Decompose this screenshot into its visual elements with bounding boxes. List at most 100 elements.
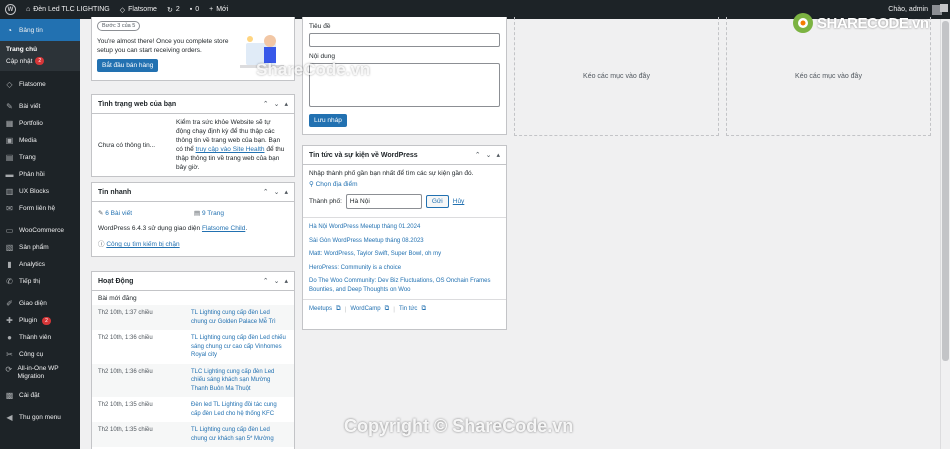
dropzone-right[interactable]: Kéo các mục vào đây bbox=[726, 17, 931, 136]
toggle-panel-icon[interactable]: ▴ bbox=[284, 277, 288, 285]
sharecode-logo: SHARECODE.vn bbox=[792, 12, 929, 34]
sidebar-item-ph-n-h-i[interactable]: ▬ Phản hồi bbox=[0, 166, 80, 183]
move-down-icon[interactable]: ⌄ bbox=[274, 188, 280, 196]
sidebar-item-thu-g-n-menu[interactable]: ◀ Thu gọn menu bbox=[0, 409, 80, 426]
activity-post-link[interactable]: TL Lighting cung cấp đèn Led chung cư Go… bbox=[191, 309, 286, 326]
analytics-icon: ▮ bbox=[7, 260, 12, 269]
sidebar-item-flatsome[interactable]: ◇ Flatsome bbox=[0, 76, 80, 93]
sidebar-item-all-in-one-wp-migration[interactable]: ⟳ All-in-One WP Migration bbox=[0, 363, 80, 387]
activity-row: Th2 10th, 1:37 chiều TL Lighting cung cấp… bbox=[92, 305, 294, 330]
sidebar-item-ux-blocks[interactable]: ▥ UX Blocks bbox=[0, 183, 80, 200]
site-health-link[interactable]: truy cập vào Site Health bbox=[196, 146, 265, 153]
news-item-link[interactable]: Do The Woo Community: Dev Biz Fluctuatio… bbox=[309, 277, 500, 294]
collapse-icon: ◀ bbox=[6, 413, 13, 422]
city-input[interactable]: Hà Nội bbox=[345, 194, 422, 209]
page-scrollbar[interactable] bbox=[940, 19, 950, 449]
sidebar-item-plugin[interactable]: ✚ Plugin 2 bbox=[0, 312, 80, 329]
dashboard-submenu: Trang chủ Cập nhật 2 bbox=[0, 41, 80, 71]
sidebar-item-b-i-vi-t[interactable]: ✎ Bài viết bbox=[0, 98, 80, 115]
at-a-glance-header: Tin nhanh ⌃ ⌄ ▴ bbox=[92, 183, 294, 202]
submenu-updates[interactable]: Cập nhật 2 bbox=[0, 55, 80, 67]
activity-post-link[interactable]: TLC Lighting cung cấp đèn Led chiếu sáng… bbox=[191, 368, 286, 394]
site-health-description: Kiểm tra sức khỏe Website sẽ tự động chạ… bbox=[176, 119, 285, 171]
submenu-home[interactable]: Trang chủ bbox=[0, 44, 80, 55]
activity-row: Th2 10th, 1:36 chiều TLC Lighting cung cấ… bbox=[92, 363, 294, 397]
external-link-icon: ⧉ bbox=[421, 305, 427, 312]
glance-posts[interactable]: ✎ 6 Bài viết bbox=[98, 209, 194, 217]
footer-link-meetups[interactable]: Meetups bbox=[309, 306, 332, 312]
footer-link-wordcamp[interactable]: WordCamp bbox=[350, 306, 380, 312]
move-up-icon[interactable]: ⌃ bbox=[475, 151, 481, 159]
search-engine-notice: ⓘ Công cụ tìm kiếm bị chặn bbox=[98, 241, 180, 248]
draft-title-input[interactable] bbox=[309, 33, 500, 47]
toggle-panel-icon[interactable]: ▴ bbox=[496, 151, 500, 159]
sidebar-item-form-li-n-h-[interactable]: ✉ Form liên hệ bbox=[0, 200, 80, 217]
move-down-icon[interactable]: ⌄ bbox=[486, 151, 492, 159]
sidebar-item-media[interactable]: ▣ Media bbox=[0, 132, 80, 149]
center-watermark: ShareCode.vn bbox=[256, 60, 371, 79]
external-link-icon: ⧉ bbox=[384, 305, 390, 312]
start-selling-button[interactable]: Bắt đầu bán hàng bbox=[97, 59, 159, 72]
activity-date: Th2 10th, 1:36 chiều bbox=[98, 335, 153, 341]
home-icon: ⌂ bbox=[26, 6, 31, 13]
submit-city-button[interactable]: Gửi bbox=[425, 195, 449, 208]
plugin-update-badge: 2 bbox=[42, 316, 51, 325]
pin-icon: ✎ bbox=[6, 102, 13, 111]
toggle-panel-icon[interactable]: ▴ bbox=[284, 188, 288, 196]
activity-post-link[interactable]: Đèn led TL Lighting đồi tác cung cấp đèn… bbox=[191, 401, 286, 418]
sidebar-item-c-ng-c-[interactable]: ✂ Công cụ bbox=[0, 346, 80, 363]
info-icon: ⓘ bbox=[98, 241, 105, 248]
comment-icon: ▪ bbox=[189, 6, 193, 13]
footer-separator: | bbox=[344, 305, 347, 313]
activity-row: Th2 10th, 1:35 chiều Đèn led TL Lighting … bbox=[92, 397, 294, 422]
sidebar-item-trang[interactable]: ▤ Trang bbox=[0, 149, 80, 166]
sidebar-item-giao-di-n[interactable]: ✐ Giao diện bbox=[0, 295, 80, 312]
news-item-link[interactable]: Hà Nội WordPress Meetup tháng 01.2024 bbox=[309, 223, 500, 232]
activity-widget: Hoạt Động ⌃ ⌄ ▴ Bài mới đăng Th2 10th, 1:3… bbox=[91, 271, 295, 449]
screen-options-icon[interactable] bbox=[940, 4, 948, 12]
sidebar-item-woocommerce[interactable]: ▭ WooCommerce bbox=[0, 222, 80, 239]
move-up-icon[interactable]: ⌃ bbox=[263, 100, 269, 108]
updates-icon: ↻ bbox=[166, 6, 173, 14]
tools-icon: ✂ bbox=[6, 350, 13, 359]
glance-pages[interactable]: ▤ 9 Trang bbox=[194, 209, 224, 217]
sidebar-item-analytics[interactable]: ▮ Analytics bbox=[0, 256, 80, 273]
glance-version: WordPress 6.4.3 sử dụng giao diện Flatso… bbox=[98, 225, 248, 232]
move-down-icon[interactable]: ⌄ bbox=[274, 277, 280, 285]
plugin-icon: ✚ bbox=[6, 316, 13, 325]
activity-list: Th2 10th, 1:37 chiều TL Lighting cung cấp… bbox=[92, 305, 294, 447]
move-down-icon[interactable]: ⌄ bbox=[274, 100, 280, 108]
events-footer: Meetups ⧉ | WordCamp ⧉ | Tin tức ⧉ bbox=[309, 305, 500, 313]
sidebar-item-dashboard[interactable]: ◔ Bảng tin bbox=[0, 19, 80, 41]
toggle-panel-icon[interactable]: ▴ bbox=[284, 100, 288, 108]
sidebar-item-ti-p-th-[interactable]: ✆ Tiếp thị bbox=[0, 273, 80, 290]
activity-header: Hoạt Động ⌃ ⌄ ▴ bbox=[92, 272, 294, 291]
scroll-thumb[interactable] bbox=[942, 21, 949, 361]
move-up-icon[interactable]: ⌃ bbox=[263, 277, 269, 285]
wp-logo-menu[interactable]: W bbox=[0, 0, 21, 19]
activity-post-link[interactable]: TL Lighting cung cấp đèn Led chiếu sáng … bbox=[191, 334, 286, 360]
page-icon: ▤ bbox=[194, 210, 201, 217]
sidebar-item-th-nh-vi-n[interactable]: ● Thành viên bbox=[0, 329, 80, 346]
sidebar-item-c-i-t[interactable]: ▩ Cài đặt bbox=[0, 387, 80, 404]
sidebar-item-portfolio[interactable]: ▦ Portfolio bbox=[0, 115, 80, 132]
move-up-icon[interactable]: ⌃ bbox=[263, 188, 269, 196]
news-item-link[interactable]: Sài Gòn WordPress Meetup tháng 08.2023 bbox=[309, 237, 500, 246]
cancel-link[interactable]: Hủy bbox=[453, 198, 465, 205]
sharecode-logo-icon bbox=[793, 13, 813, 33]
save-draft-button[interactable]: Lưu nháp bbox=[309, 114, 347, 127]
choose-location-link[interactable]: ⚲ Chọn địa điểm bbox=[309, 180, 500, 188]
flatsome-icon: ◇ bbox=[6, 80, 13, 89]
city-form: Thành phố: Hà Nội Gửi Hủy bbox=[309, 194, 500, 209]
activity-post-link[interactable]: TL Lighting cung cấp đèn Led chung cư kh… bbox=[191, 426, 286, 443]
pin-icon: ✎ bbox=[98, 210, 104, 217]
sidebar-item-s-n-ph-m[interactable]: ▧ Sản phẩm bbox=[0, 239, 80, 256]
media-icon: ▣ bbox=[5, 136, 14, 145]
footer-link-tin-t-c[interactable]: Tin tức bbox=[399, 306, 417, 312]
setup-text: You're almost there! Once you complete s… bbox=[97, 38, 229, 54]
news-item-link[interactable]: Matt: WordPress, Taylor Swift, Super Bow… bbox=[309, 250, 500, 259]
copyright-watermark: Copyright © ShareCode.vn bbox=[344, 416, 574, 436]
news-item-link[interactable]: HeroPress: Community is a choice bbox=[309, 264, 500, 273]
dropzone-left[interactable]: Kéo các mục vào đây bbox=[514, 17, 719, 136]
theme-link-child[interactable]: Flatsome Child bbox=[202, 225, 245, 232]
